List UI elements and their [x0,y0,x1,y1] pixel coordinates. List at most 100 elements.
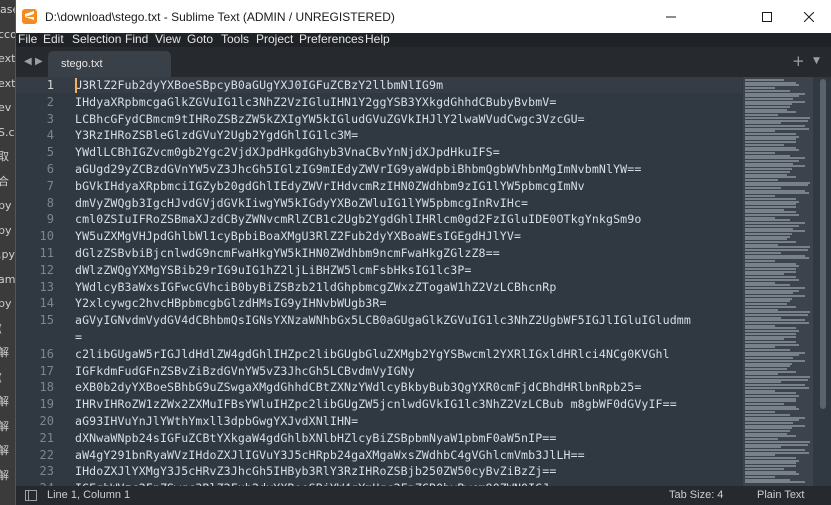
minimap-line [745,430,790,432]
close-icon [804,11,814,22]
minimap-line [745,192,809,195]
menu-edit[interactable]: Edit [43,32,64,46]
line-number: 20 [39,414,54,428]
vertical-scrollbar[interactable] [820,77,828,486]
minimap-line [745,295,805,297]
close-button[interactable] [786,0,831,33]
minimap-line [745,151,775,154]
background-text-fragment: .py [0,248,15,261]
minimap-line [745,262,796,265]
menu-help[interactable]: Help [365,32,390,46]
minimap-line [745,278,799,281]
minimap-line [745,381,781,384]
background-text-fragment: S.c [0,125,15,139]
title-bar[interactable]: D:\download\stego.txt - Sublime Text (AD… [16,0,831,33]
menu-file[interactable]: File [18,32,37,46]
prev-tab-icon[interactable]: ◀ [24,56,32,67]
minimap-line [745,421,793,424]
minimap-line [745,349,790,351]
minimap-line [745,87,775,90]
code-line: Y2xlcywgc2hvcHBpbmcgbGlzdHMsIG9yIHNvbWUg… [75,296,387,311]
background-text-fragment: ext- [0,52,15,65]
tab-size-selector[interactable]: Tab Size: 4 [669,489,723,501]
minimap-line [745,324,775,327]
maximize-button[interactable] [744,0,790,33]
minimap-line [745,189,805,192]
line-number: 23 [39,464,54,479]
minimap-line [745,219,790,222]
minimap-line [745,211,796,214]
minimap-line [745,373,778,376]
maximize-icon [762,11,772,22]
minimap-line [745,392,796,395]
minimap-line [745,454,775,457]
minimize-button[interactable] [648,0,694,33]
code-line-wrapped: = [75,330,83,344]
minimap-line [745,246,810,249]
status-bar: Line 1, Column 1 Tab Size: 4 Plain Text [16,486,831,505]
minimap-line [745,389,775,392]
menu-tools[interactable]: Tools [221,32,249,46]
line-number: 3 [46,111,54,126]
code-line: dWlzZWQgYXMgYSBib29rIG9uIG1hZ2ljLiBHZW5l… [75,262,472,277]
minimap-line [745,362,792,365]
editor-pane[interactable]: 123456789101112131415161718192021222324 … [16,77,831,486]
minimap-line [745,465,796,468]
next-tab-icon[interactable]: ▶ [35,56,43,67]
minimap-line [745,419,799,422]
minimap-line [745,403,784,405]
tab-stego-txt[interactable]: stego.txt [48,51,171,77]
minimap-line [745,268,796,270]
minimap-line [745,184,808,187]
minimap-line [745,405,796,408]
cursor-position[interactable]: Line 1, Column 1 [47,489,130,501]
menu-find[interactable]: Find [125,32,148,46]
minimap-line [745,357,793,360]
menu-goto[interactable]: Goto [187,32,213,46]
minimap-line [745,335,796,338]
minimap-line [745,208,784,211]
minimap-line [745,214,799,216]
minimap-line [745,114,778,117]
minimap-line [745,108,787,111]
syntax-selector[interactable]: Plain Text [757,489,805,501]
background-text-fragment: cco [0,27,15,41]
minimap-line [745,316,781,319]
line-number: 11 [39,246,54,260]
minimap-line [745,330,799,333]
tab-bar: ◀ ▶ stego.txt + ▼ [16,47,831,77]
panel-toggle-icon[interactable] [25,490,37,501]
minimap-line [745,386,809,389]
tab-list-dropdown-icon[interactable]: ▼ [813,56,820,66]
minimap-line [745,81,796,84]
scrollbar-thumb[interactable] [820,79,826,409]
minimap-line [745,443,808,446]
minimap-line [745,143,784,146]
menu-bar: File Edit Selection Find View Goto Tools Projec… [16,32,831,47]
minimap-line [745,203,796,206]
minimap-line [745,435,796,438]
minimap-line [745,303,787,306]
minimap-line [745,305,796,308]
background-text-fragment: ase64stego.py [0,3,15,16]
minimap[interactable] [743,77,813,486]
menu-preferences[interactable]: Preferences [299,32,364,46]
minimap-line [745,235,790,238]
minimap-line [745,289,799,292]
minimap-line [745,276,796,279]
minimap-line [745,160,799,162]
sublime-window: D:\download\stego.txt - Sublime Text (AD… [15,0,831,505]
minimap-line [745,111,796,114]
minimap-line [745,230,805,233]
code-line: U3RlZ2Fub2dyYXBoeSBpcyB0aGUgYXJ0IGFuZCBz… [75,78,444,92]
minimap-line [745,227,793,230]
minimap-line [745,133,796,135]
new-tab-icon[interactable]: + [792,52,805,70]
menu-project[interactable]: Project [256,32,293,46]
menu-selection[interactable]: Selection [72,32,121,46]
code-line: dmVyZWQgb3IgcHJvdGVjdGVkIiwgYW5kIGdyYXBo… [75,195,529,210]
minimap-line [745,459,799,462]
menu-view[interactable]: View [155,32,181,46]
line-number: 13 [39,279,54,294]
line-number: 16 [39,346,54,361]
